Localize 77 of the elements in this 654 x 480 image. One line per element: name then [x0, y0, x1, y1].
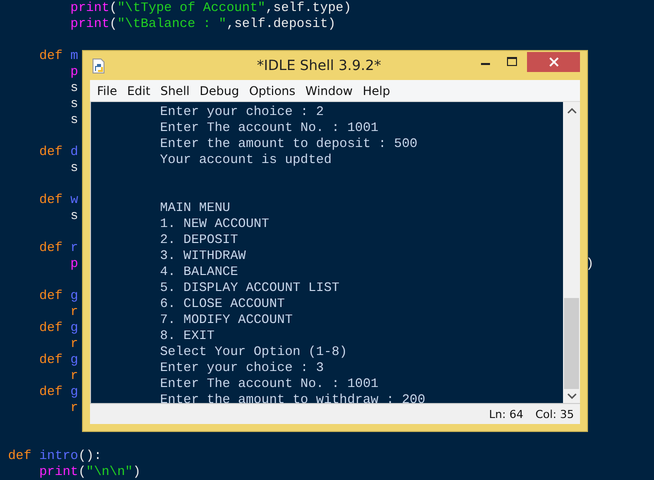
code-keyword: def	[38, 144, 64, 160]
output-line: Enter The account No. : 1001	[160, 120, 378, 135]
code-keyword: def	[38, 288, 64, 304]
code-text: (	[109, 0, 118, 16]
column-number: Col: 35	[535, 408, 574, 420]
scroll-thumb[interactable]	[564, 298, 579, 389]
code-text: s	[69, 160, 78, 176]
output-line: Select Your Option (1-8)	[160, 344, 348, 359]
output-line: Enter the amount to withdraw : 200	[160, 392, 426, 403]
code-string: "\tBalance : "	[117, 16, 226, 32]
output-line: MAIN MENU	[160, 200, 230, 215]
code-name: m	[70, 48, 78, 64]
output-line: 8. EXIT	[160, 328, 215, 343]
output-line: 1. NEW ACCOUNT	[160, 216, 270, 231]
code-text: s	[69, 80, 78, 96]
code-text: )	[132, 464, 141, 480]
menu-item[interactable]: Shell	[156, 84, 196, 98]
code-builtin: p	[69, 256, 78, 272]
code-keyword: def	[38, 352, 64, 368]
code-text: ,self.deposit)	[226, 16, 336, 32]
code-string: "\tType of Account"	[117, 0, 266, 16]
menu-item[interactable]: Edit	[123, 84, 156, 98]
code-keyword: def	[38, 48, 64, 64]
code-builtin: p	[69, 64, 78, 80]
code-name: g	[70, 288, 78, 304]
output-line: 6. CLOSE ACCOUNT	[160, 296, 285, 311]
menu-item[interactable]: Options	[245, 84, 302, 98]
close-icon	[548, 57, 558, 67]
code-name: r	[70, 240, 78, 256]
code-builtin: print	[38, 464, 78, 480]
menu-item[interactable]: Debug	[196, 84, 246, 98]
code-text: (	[109, 16, 118, 32]
code-name: w	[70, 192, 78, 208]
close-button[interactable]	[527, 52, 580, 72]
code-keyword: def	[38, 240, 64, 256]
scroll-up-icon[interactable]	[566, 108, 576, 114]
output-line: Enter the amount to deposit : 500	[160, 136, 418, 151]
window-title: *IDLE Shell 3.9.2*	[256, 58, 382, 74]
scroll-down-icon[interactable]	[566, 393, 576, 399]
code-builtin: print	[69, 0, 110, 16]
code-keyword: r	[69, 368, 78, 384]
code-name: g	[70, 384, 78, 400]
menu-item[interactable]: Window	[301, 84, 359, 98]
code-name: g	[70, 352, 78, 368]
code-name: g	[70, 320, 78, 336]
code-name: intro	[39, 448, 78, 464]
code-text: )	[586, 256, 594, 271]
code-builtin: print	[69, 16, 110, 32]
output-line: Enter your choice : 3	[160, 360, 324, 375]
output-line: 3. WITHDRAW	[160, 248, 246, 263]
output-line: 2. DEPOSIT	[160, 232, 238, 247]
maximize-icon	[507, 57, 518, 67]
menu-item[interactable]: File	[93, 84, 124, 98]
code-text: s	[69, 112, 78, 128]
code-keyword: r	[69, 400, 78, 416]
code-keyword: r	[69, 336, 78, 352]
python-file-icon	[92, 58, 106, 74]
code-keyword: r	[69, 304, 78, 320]
output-line: Your account is updted	[160, 152, 332, 167]
line-number: Ln: 64	[489, 408, 524, 420]
output-line: 4. BALANCE	[160, 264, 238, 279]
output-line: 7. MODIFY ACCOUNT	[160, 312, 293, 327]
code-text: ,self.type)	[265, 0, 352, 16]
output-line: 5. DISPLAY ACCOUNT LIST	[160, 280, 340, 295]
code-text: s	[69, 96, 78, 112]
code-text: (	[78, 464, 86, 480]
code-keyword: def	[38, 192, 64, 208]
menu-item[interactable]: Help	[358, 84, 396, 98]
code-name: d	[70, 144, 78, 160]
code-keyword: def	[8, 448, 32, 464]
output-line: Enter The account No. : 1001	[160, 376, 378, 391]
code-text: ():	[78, 448, 102, 464]
output-line: Enter your choice : 2	[160, 104, 324, 119]
code-text: s	[69, 208, 78, 224]
code-string: "\n\n"	[86, 464, 133, 480]
code-keyword: def	[38, 320, 64, 336]
code-keyword: def	[38, 384, 64, 400]
